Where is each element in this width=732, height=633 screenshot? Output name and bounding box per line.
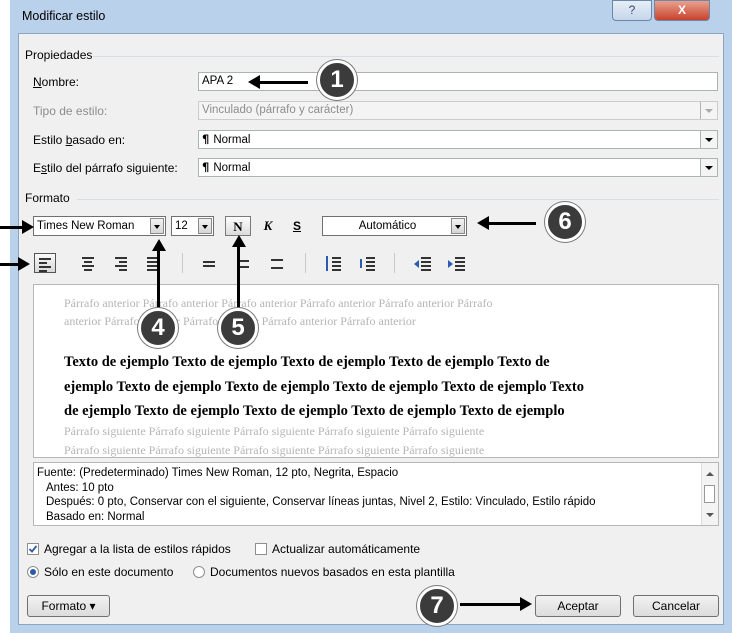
scroll-thumb[interactable] [704,485,715,503]
chevron-down-icon[interactable] [198,218,212,234]
callout-1: 1 [317,60,357,100]
paragraph-mark-icon: ¶ [202,160,210,174]
callout-arrow [258,81,308,84]
style-type-value: Vinculado (párrafo y carácter) [202,104,354,116]
arrow-right-icon [520,597,532,611]
checkmark-icon [28,545,38,553]
auto-update-checkbox[interactable] [255,543,267,555]
callout-5: 5 [218,308,258,348]
arrow-up-icon [152,239,166,251]
preview-sample-text: Texto de ejemplo Texto de ejemplo Texto … [64,350,684,424]
arrow-right-icon [18,257,30,271]
callout-arrow [460,603,522,606]
next-style-value: Normal [213,162,251,174]
chevron-down-icon[interactable] [150,218,164,234]
decrease-spacing-icon[interactable] [356,253,378,273]
based-on-value: Normal [213,134,251,146]
style-description: Fuente: (Predeterminado) Times New Roman… [33,462,719,526]
preview-next-line: Párrafo siguiente Párrafo siguiente Párr… [64,424,485,438]
style-type-select: Vinculado (párrafo y carácter) [198,101,718,120]
font-size-combo[interactable]: 12 [171,216,214,236]
chevron-down-icon[interactable] [700,131,717,148]
italic-button[interactable]: K [257,216,279,236]
preview-sample-line: ejemplo Texto de ejemplo Texto de ejempl… [64,378,584,395]
new-documents-label[interactable]: Documentos nuevos basados en esta planti… [210,565,455,579]
toolbar-separator [394,253,395,273]
arrow-up-icon [232,235,246,247]
callout-arrow [237,245,240,309]
preview-sample-line: de ejemplo Texto de ejemplo Texto de eje… [64,403,565,419]
only-this-document-radio[interactable] [27,566,39,578]
radio-dot [30,569,36,575]
bold-button[interactable]: N [225,216,251,236]
scroll-up-icon[interactable] [706,472,714,476]
align-center-icon[interactable] [77,253,99,273]
single-spacing-icon[interactable] [198,253,220,273]
auto-update-label[interactable]: Actualizar automáticamente [272,542,420,556]
next-style-select[interactable]: ¶ Normal [198,158,718,177]
based-on-label: Estilo basado en: [33,133,126,147]
description-line: Basado en: Normal [46,510,145,523]
chevron-down-icon[interactable] [451,218,465,234]
window-title: Modificar estilo [22,9,106,23]
group-propiedades-label: Propiedades [25,48,93,62]
add-quick-styles-label[interactable]: Agregar a la lista de estilos rápidos [44,542,231,556]
arrow-left-icon [248,75,260,89]
underline-button[interactable]: S [286,216,308,236]
callout-4: 4 [138,308,178,348]
toolbar-separator [182,253,183,273]
chevron-down-icon [700,102,717,119]
group-formato-label: Formato [25,191,70,205]
font-color-value: Automático [358,220,417,232]
description-line: Después: 0 pto, Conservar con el siguien… [46,496,596,508]
increase-indent-icon[interactable] [446,253,468,273]
align-left-icon[interactable] [34,253,56,273]
preview-sample-line: Texto de ejemplo Texto de ejemplo Texto … [64,354,550,370]
callout-arrow [157,249,160,311]
font-name-combo[interactable]: Times New Roman [33,216,166,236]
toolbar-separator [305,253,306,273]
based-on-select[interactable]: ¶ Normal [198,130,718,149]
description-line: Antes: 10 pto [46,481,114,494]
preview-next-line: Párrafo siguiente Párrafo siguiente Párr… [64,443,485,457]
style-preview: Párrafo anterior Párrafo anterior Párraf… [33,284,719,458]
align-right-icon[interactable] [110,253,132,273]
format-button-label: Formato [41,599,87,613]
font-name-value: Times New Roman [37,220,135,232]
callout-arrow [0,263,20,266]
double-spacing-icon[interactable] [266,253,288,273]
font-size-value: 12 [175,220,188,232]
callout-7: 7 [417,586,457,626]
chevron-down-icon: ▾ [89,599,96,613]
next-style-label: Estilo del párrafo siguiente: [33,161,178,175]
arrow-right-icon [22,220,34,234]
new-documents-radio[interactable] [193,566,205,578]
increase-spacing-icon[interactable] [322,253,344,273]
callout-6: 6 [545,202,585,242]
one-half-spacing-icon[interactable] [232,253,254,273]
decrease-indent-icon[interactable] [412,253,434,273]
callout-arrow [488,222,536,225]
description-line: Fuente: (Predeterminado) Times New Roman… [37,467,399,479]
name-label: Nombre: [33,75,80,89]
style-type-label: Tipo de estilo: [33,104,108,118]
justify-icon[interactable] [142,253,164,273]
add-quick-styles-checkbox[interactable] [27,543,39,555]
description-scrollbar[interactable] [701,463,718,525]
group-divider [77,199,719,200]
only-this-document-label[interactable]: Sólo en este documento [44,565,173,579]
chevron-down-icon[interactable] [700,159,717,176]
paragraph-mark-icon: ¶ [202,132,210,146]
accept-button[interactable]: Aceptar [535,595,621,617]
help-button[interactable]: ? [612,0,652,21]
font-color-combo[interactable]: Automático [322,216,467,236]
cancel-button[interactable]: Cancelar [633,595,719,617]
arrow-left-icon [477,216,489,230]
group-divider [93,56,719,57]
close-button[interactable]: X [654,0,710,21]
format-menu-button[interactable]: Formato ▾ [27,595,110,617]
scroll-down-icon[interactable] [706,513,714,517]
